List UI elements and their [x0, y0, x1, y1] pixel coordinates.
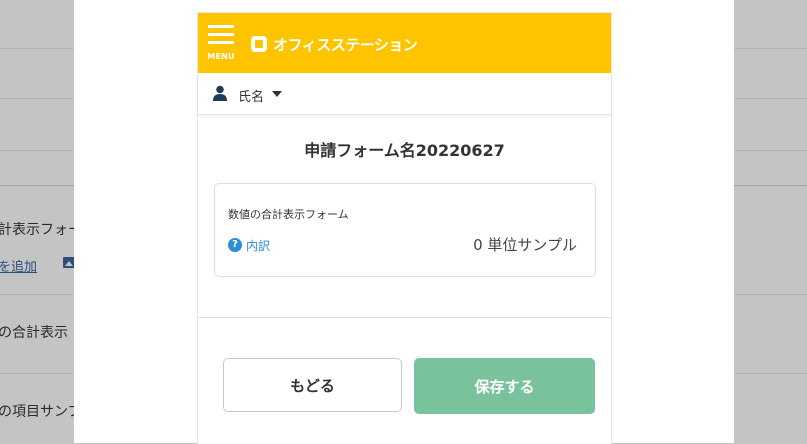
- menu-button[interactable]: MENU: [207, 25, 235, 63]
- brand-logo: オフィスステーション: [250, 32, 418, 56]
- background-field-label: 計表示フォー: [0, 222, 82, 238]
- brand-name: オフィスステーション: [273, 35, 418, 54]
- person-icon: [213, 85, 227, 101]
- background-field-label: の合計表示: [0, 325, 68, 341]
- form-title: 申請フォーム名20220627: [304, 141, 505, 160]
- question-circle-icon[interactable]: ?: [228, 238, 242, 252]
- user-bar: 氏名: [198, 73, 611, 115]
- menu-label: MENU: [207, 52, 235, 61]
- breakdown-link[interactable]: 内訳: [246, 237, 270, 254]
- user-name[interactable]: 氏名: [238, 86, 264, 105]
- background-field-label: の項目サンプ: [0, 404, 82, 420]
- background-add-link: を追加: [0, 260, 38, 275]
- hamburger-icon-bar: [208, 33, 234, 36]
- caret-down-icon[interactable]: [272, 91, 282, 97]
- field-label: 数値の合計表示フォーム: [228, 208, 349, 221]
- mobile-preview: MENU オフィスステーション 氏名 申請フォーム名20220627 数値の合計…: [197, 12, 612, 444]
- save-button[interactable]: 保存する: [414, 358, 595, 414]
- divider: [198, 317, 611, 318]
- brand-logo-icon: [251, 36, 267, 52]
- form-field-card: 数値の合計表示フォーム ? 内訳 0 単位サンプル: [214, 183, 596, 277]
- field-value: 0 単位サンプル: [473, 236, 577, 254]
- back-button[interactable]: もどる: [223, 358, 402, 412]
- app-header: MENU オフィスステーション: [198, 13, 611, 73]
- hamburger-icon-bar: [208, 41, 234, 44]
- hamburger-icon: [208, 25, 234, 28]
